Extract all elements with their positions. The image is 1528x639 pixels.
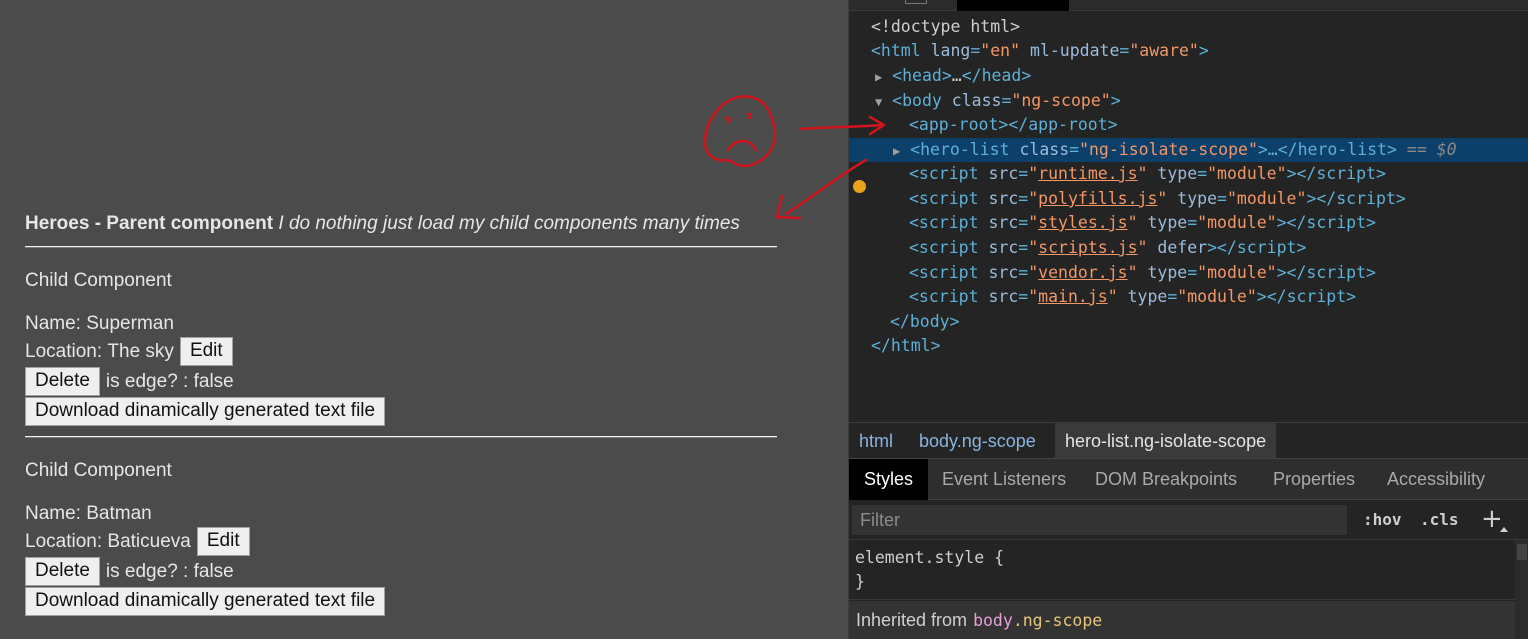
- tab-properties[interactable]: Properties: [1258, 459, 1370, 500]
- location-line: Location: The sky Edit: [25, 336, 385, 366]
- edge-status: is edge? : false: [105, 560, 234, 582]
- child-component: Child Component Name: Superman Location:…: [25, 267, 386, 426]
- tree-script[interactable]: <script src="polyfills.js" type="module"…: [909, 187, 1528, 211]
- tab-dom-breakpoints[interactable]: DOM Breakpoints: [1080, 459, 1252, 500]
- location-label: Location:: [25, 340, 103, 362]
- hero-location: The sky: [107, 340, 174, 362]
- edge-status: is edge? : false: [105, 370, 234, 392]
- scrollbar-thumb[interactable]: [1517, 544, 1527, 560]
- parent-title-italic: I do nothing just load my child componen…: [278, 213, 740, 234]
- breadcrumb-hero-list[interactable]: hero-list.ng-isolate-scope: [1055, 423, 1277, 459]
- parent-title-bold: Heroes - Parent component: [25, 213, 274, 234]
- styles-scrollbar[interactable]: [1515, 540, 1528, 639]
- styles-filter-input[interactable]: [852, 505, 1347, 535]
- devtools-panel: <!doctype html> <html lang="en" ml-updat…: [848, 0, 1528, 639]
- styles-pane: element.style { }: [849, 540, 1515, 600]
- inherited-from-header: Inherited from body.ng-scope: [849, 601, 1515, 639]
- hero-name: Superman: [86, 312, 174, 334]
- name-label: Name:: [25, 502, 81, 524]
- delete-button[interactable]: Delete: [25, 366, 100, 396]
- breadcrumb-html[interactable]: html: [849, 423, 903, 459]
- hero-location: Baticueva: [107, 530, 191, 552]
- device-toggle-icon[interactable]: [905, 0, 927, 4]
- location-label: Location:: [25, 530, 103, 552]
- name-line: Name: Batman: [25, 500, 385, 526]
- divider: [25, 436, 777, 438]
- expand-triangle-icon[interactable]: ▶: [893, 144, 900, 158]
- collapse-triangle-icon[interactable]: ▼: [875, 95, 882, 109]
- page-viewport: Heroes - Parent component I do nothing j…: [0, 0, 848, 639]
- child-title: Child Component: [25, 460, 172, 481]
- tab-elements[interactable]: [957, 0, 1069, 11]
- cls-toggle[interactable]: .cls: [1420, 500, 1459, 540]
- tree-script[interactable]: <script src="runtime.js" type="module"><…: [909, 162, 1528, 186]
- delete-line: Delete is edge? : false: [25, 556, 385, 586]
- breadcrumb: html body.ng-scope hero-list.ng-isolate-…: [849, 422, 1528, 459]
- download-line: Download dinamically generated text file: [25, 396, 386, 426]
- download-button[interactable]: Download dinamically generated text file: [25, 396, 386, 426]
- tree-doctype[interactable]: <!doctype html>: [871, 15, 1528, 39]
- tree-script[interactable]: <script src="main.js" type="module"></sc…: [909, 285, 1528, 309]
- delete-line: Delete is edge? : false: [25, 366, 385, 396]
- child-component: Child Component Name: Batman Location: B…: [25, 457, 386, 616]
- inherited-label: Inherited from: [856, 610, 968, 630]
- tree-hero-list-selected[interactable]: ▶ <hero-list class="ng-isolate-scope">…<…: [849, 138, 1528, 162]
- tree-html-open[interactable]: <html lang="en" ml-update="aware">: [871, 39, 1528, 63]
- name-label: Name:: [25, 312, 81, 334]
- breadcrumb-body[interactable]: body.ng-scope: [909, 423, 1046, 459]
- tree-body-open[interactable]: ▼ <body class="ng-scope">: [875, 89, 1528, 113]
- hero-name: Batman: [86, 502, 152, 524]
- hov-toggle[interactable]: :hov: [1363, 500, 1402, 540]
- elements-tree: <!doctype html> <html lang="en" ml-updat…: [849, 11, 1528, 421]
- tree-script[interactable]: <script src="scripts.js" defer></script>: [909, 236, 1528, 260]
- devtools-tabbar: [849, 0, 1528, 11]
- delete-button[interactable]: Delete: [25, 556, 100, 586]
- child-title: Child Component: [25, 270, 172, 291]
- edit-button[interactable]: Edit: [179, 336, 233, 366]
- edit-button[interactable]: Edit: [196, 526, 250, 556]
- inherited-selector[interactable]: body.ng-scope: [973, 611, 1102, 630]
- tab-styles[interactable]: Styles: [849, 459, 929, 500]
- element-style-open[interactable]: element.style {: [855, 546, 1004, 570]
- element-style-close: }: [855, 572, 865, 591]
- breakpoint-marker-icon: [853, 180, 866, 193]
- sidebar-panel-tabs: Styles Event Listeners DOM Breakpoints P…: [849, 458, 1528, 500]
- name-line: Name: Superman: [25, 310, 385, 336]
- tab-event-listeners[interactable]: Event Listeners: [927, 459, 1081, 500]
- tree-app-root[interactable]: <app-root></app-root>: [909, 113, 1528, 137]
- expand-triangle-icon[interactable]: ▶: [875, 70, 882, 84]
- tree-html-close[interactable]: </html>: [871, 334, 1528, 358]
- tree-head[interactable]: ▶ <head>…</head>: [875, 64, 1528, 88]
- rule-menu-triangle-icon[interactable]: [1500, 527, 1508, 532]
- styles-toolbar: :hov .cls +: [849, 500, 1528, 540]
- download-line: Download dinamically generated text file: [25, 586, 386, 616]
- parent-heading: Heroes - Parent component I do nothing j…: [25, 213, 740, 235]
- tab-accessibility[interactable]: Accessibility: [1372, 459, 1500, 500]
- download-button[interactable]: Download dinamically generated text file: [25, 586, 386, 616]
- location-line: Location: Baticueva Edit: [25, 526, 385, 556]
- tree-script[interactable]: <script src="styles.js" type="module"></…: [909, 211, 1528, 235]
- tree-body-close[interactable]: </body>: [890, 310, 1528, 334]
- tree-script[interactable]: <script src="vendor.js" type="module"></…: [909, 261, 1528, 285]
- divider: [25, 246, 777, 248]
